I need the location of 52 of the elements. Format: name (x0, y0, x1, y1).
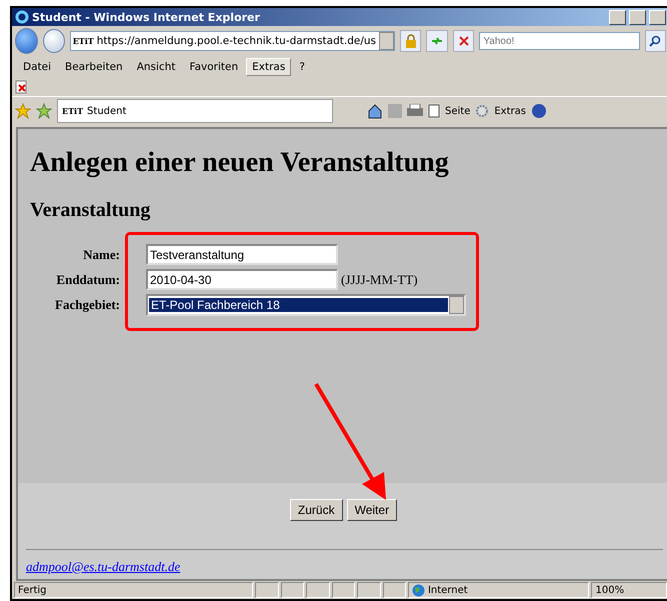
section-heading: Veranstaltung (30, 199, 152, 222)
close-button[interactable] (649, 10, 666, 24)
input-field[interactable]: 2010-04-30 (146, 269, 338, 290)
tools-menu[interactable]: Extras (494, 106, 526, 116)
select-field[interactable]: ET-Pool Fachbereich 18 (146, 294, 466, 316)
lock-button[interactable] (400, 30, 422, 52)
field-label: Enddatum: (55, 272, 120, 288)
menu-item[interactable]: Bearbeiten (59, 58, 129, 76)
field-label: Name: (82, 246, 120, 262)
page-menu[interactable]: Seite (445, 106, 470, 116)
menu-item[interactable]: Extras (246, 58, 292, 76)
close-icon (458, 36, 469, 46)
minimize-button[interactable] (609, 10, 626, 24)
email-link[interactable]: admpool@es.tu-darmstadt.de (26, 559, 180, 574)
format-hint: (JJJJ-MM-TT) (341, 272, 418, 288)
padlock-icon (404, 34, 417, 48)
forward-button[interactable] (43, 29, 65, 53)
tab-title: Student (87, 106, 126, 116)
globe-icon (412, 584, 425, 596)
window-title: Student - Windows Internet Explorer (32, 10, 261, 24)
menu-item[interactable]: ? (293, 58, 311, 76)
status-text: Fertig (18, 584, 47, 596)
pdf-icon (15, 80, 29, 94)
menu-item[interactable]: Favoriten (184, 58, 244, 76)
page-icon (428, 104, 440, 118)
input-field[interactable]: Testveranstaltung (146, 244, 338, 265)
browser-tab[interactable]: ETiT Student (57, 99, 333, 123)
address-field[interactable]: ETiT https://anmeldung.pool.e-technik.tu-darmstadt.de/us (70, 31, 396, 51)
site-label: ETiT (62, 106, 84, 116)
url-text: https://anmeldung.pool.e-technik.tu-darmstadt.de/us (96, 35, 376, 47)
menu-item[interactable]: Ansicht (130, 58, 182, 76)
refresh-button[interactable] (426, 30, 448, 52)
dropdown-button[interactable] (379, 32, 394, 50)
site-label: ETiT (72, 36, 94, 46)
search-button[interactable] (644, 30, 666, 52)
back-button[interactable]: Zurück (290, 499, 343, 521)
dropdown-button[interactable] (449, 296, 464, 314)
add-favorite-icon[interactable] (36, 103, 52, 119)
print-icon[interactable] (407, 104, 423, 118)
star-icon[interactable] (15, 103, 31, 119)
search-icon (649, 35, 662, 47)
page-heading: Anlegen einer neuen Veranstaltung (30, 147, 450, 179)
maximize-button[interactable] (629, 10, 646, 24)
search-field[interactable]: Yahoo! (479, 32, 640, 50)
home-icon[interactable] (367, 103, 383, 119)
back-button[interactable] (15, 28, 38, 54)
zone-text: Internet (428, 584, 468, 596)
stop-button[interactable] (452, 30, 474, 52)
refresh-icon (431, 35, 444, 47)
field-label: Fachgebiet: (54, 297, 120, 313)
menu-item[interactable]: Datei (17, 58, 58, 76)
next-button[interactable]: Weiter (346, 499, 398, 521)
